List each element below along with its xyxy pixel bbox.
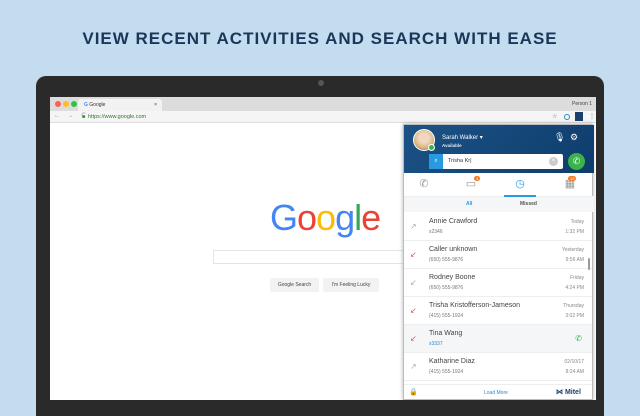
camera bbox=[318, 80, 324, 86]
profile-label[interactable]: Person 1 bbox=[572, 101, 592, 107]
google-favicon-icon: G bbox=[84, 102, 88, 108]
search-input[interactable]: Trisha Kr| bbox=[448, 158, 472, 164]
caller-number: x2346 bbox=[429, 229, 443, 235]
call-row[interactable]: ↙ Trisha Kristofferson-Jameson (415) 555… bbox=[404, 297, 592, 325]
menu-icon[interactable]: ⋮ bbox=[589, 113, 595, 120]
tab-title: Google bbox=[89, 102, 106, 108]
call-time: 8:24 AM bbox=[565, 369, 584, 375]
microphone-icon[interactable]: 🎙 bbox=[554, 132, 565, 143]
feeling-lucky-button[interactable]: I'm Feeling Lucky bbox=[323, 278, 379, 292]
call-back-phone-icon[interactable]: ✆ bbox=[575, 334, 582, 343]
tab-close-icon[interactable]: × bbox=[154, 102, 157, 108]
caller-name: Katharine Diaz bbox=[429, 358, 475, 365]
url-input[interactable]: https://www.google.com bbox=[88, 114, 146, 120]
star-icon[interactable]: ☆ bbox=[552, 113, 557, 120]
popup-tabs: ✆ ▭ 3 ◷ ▦ 12 bbox=[404, 173, 594, 197]
search-icon: ⌕ bbox=[429, 154, 443, 169]
tab-history-clock-icon[interactable]: ◷ bbox=[505, 177, 535, 190]
call-row[interactable]: ↙ Caller unknown (650) 555-9876 Yesterday… bbox=[404, 241, 592, 269]
mitel-mark-icon: ⋈ bbox=[556, 389, 565, 396]
call-row[interactable]: ↙ Rodney Boone (650) 555-9876 Friday 4:24… bbox=[404, 269, 592, 297]
missed-call-icon: ↙ bbox=[410, 334, 417, 343]
maximize-window-button[interactable] bbox=[71, 101, 77, 107]
user-status: Available bbox=[442, 143, 462, 148]
caller-name: Tina Wang bbox=[429, 330, 463, 337]
call-row[interactable]: ↙ Tina Wang x3337 ✆ bbox=[404, 325, 592, 353]
available-status-icon bbox=[428, 144, 435, 151]
calendar-badge: 12 bbox=[568, 176, 577, 181]
headline: VIEW RECENT ACTIVITIES AND SEARCH WITH E… bbox=[82, 29, 558, 48]
outgoing-call-icon: ↗ bbox=[410, 362, 417, 371]
call-day: Thursday bbox=[563, 303, 584, 309]
tab-google[interactable]: G Google × bbox=[78, 99, 162, 111]
logo-letter: G bbox=[270, 197, 298, 238]
call-day: Today bbox=[570, 219, 584, 225]
tab-dialpad-phone-icon[interactable]: ✆ bbox=[409, 177, 439, 190]
browser-window: G Google × Person 1 ← → C ■ https://www.g… bbox=[50, 97, 596, 400]
caller-name: Caller unknown bbox=[429, 246, 478, 253]
extension-icon[interactable] bbox=[564, 114, 570, 120]
popup-header: Sarah Walker ▾ Available 🎙 ⚙ ⌕ Trisha Kr… bbox=[404, 125, 594, 173]
mitel-extension-icon[interactable] bbox=[575, 112, 583, 121]
tab-bar: G Google × Person 1 bbox=[50, 97, 596, 111]
call-day: Yesterday bbox=[561, 247, 584, 253]
caller-name: Trisha Kristofferson-Jameson bbox=[429, 302, 521, 309]
call-row[interactable]: ↗ Annie Crawford x2346 Today 1:32 PM bbox=[404, 213, 592, 241]
logo-letter: e bbox=[361, 197, 381, 238]
logo-letter: g bbox=[335, 197, 355, 238]
gear-icon[interactable]: ⚙ bbox=[570, 132, 578, 143]
missed-call-icon: ↙ bbox=[410, 250, 417, 259]
call-time: 3:02 PM bbox=[565, 313, 584, 319]
address-bar: ← → C ■ https://www.google.com ☆ ⋮ bbox=[50, 111, 596, 123]
google-search-button[interactable]: Google Search bbox=[270, 278, 319, 292]
caller-number: (650) 555-9876 bbox=[429, 257, 464, 263]
mitel-popup: Sarah Walker ▾ Available 🎙 ⚙ ⌕ Trisha Kr… bbox=[403, 124, 594, 400]
scrollbar[interactable] bbox=[588, 258, 590, 270]
filter-missed[interactable]: Missed bbox=[520, 201, 537, 207]
incoming-call-icon: ↙ bbox=[410, 278, 417, 287]
outgoing-call-icon: ↗ bbox=[410, 222, 417, 231]
user-name[interactable]: Sarah Walker ▾ bbox=[442, 134, 483, 141]
mitel-logo: ⋈ Mitel bbox=[556, 389, 581, 396]
call-row[interactable]: ↗ Katharine Diaz (415) 555-1924 02/10/17 … bbox=[404, 353, 592, 381]
minimize-window-button[interactable] bbox=[63, 101, 69, 107]
call-button[interactable]: ✆ bbox=[568, 153, 585, 170]
caller-number: (650) 555-9876 bbox=[429, 285, 464, 291]
missed-call-icon: ↙ bbox=[410, 306, 417, 315]
tab-chat-icon[interactable]: ▭ bbox=[456, 177, 486, 190]
google-logo: Google bbox=[270, 197, 381, 239]
popup-footer: 🔒 Load More ⋈ Mitel bbox=[404, 384, 592, 400]
call-day: Friday bbox=[570, 275, 584, 281]
lock-icon: ■ bbox=[82, 114, 86, 120]
caller-name: Annie Crawford bbox=[429, 218, 478, 225]
caller-number: (415) 555-1924 bbox=[429, 313, 464, 319]
call-time: 9:56 AM bbox=[565, 257, 584, 263]
call-day: 02/10/17 bbox=[564, 359, 584, 365]
call-time: 1:32 PM bbox=[565, 229, 584, 235]
caller-number[interactable]: x3337 bbox=[429, 341, 443, 347]
logo-letter: o bbox=[316, 197, 336, 238]
filter-all[interactable]: All bbox=[466, 201, 472, 207]
call-time: 4:24 PM bbox=[565, 285, 584, 291]
filter-tabs: All Missed bbox=[404, 197, 594, 212]
caller-name: Rodney Boone bbox=[429, 274, 476, 281]
contact-search[interactable]: ⌕ Trisha Kr| × bbox=[429, 154, 563, 169]
logo-letter: o bbox=[297, 197, 317, 238]
close-window-button[interactable] bbox=[55, 101, 61, 107]
lock-icon[interactable]: 🔒 bbox=[409, 388, 418, 396]
caller-number: (415) 555-1924 bbox=[429, 369, 464, 375]
load-more-link[interactable]: Load More bbox=[484, 390, 508, 396]
clear-icon[interactable]: × bbox=[549, 157, 558, 166]
